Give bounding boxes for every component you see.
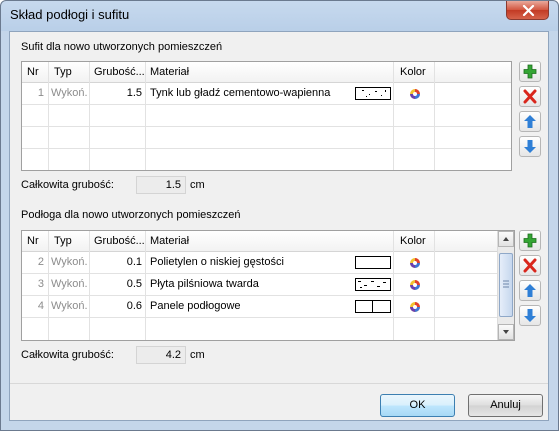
dialog-window: Skład podłogi i sufitu Sufit dla nowo ut… [0,0,559,431]
cell-typ: Wykoń. [51,87,88,99]
color-picker-icon[interactable] [409,88,421,100]
color-picker-icon[interactable] [409,301,421,313]
floor-total-unit: cm [190,349,205,361]
col-header-typ[interactable]: Typ [54,231,94,251]
move-up-button[interactable] [519,111,541,132]
cell-grubosc: 0.6 [126,300,142,312]
ceiling-section-label: Sufit dla nowo utworzonych pomieszczeń [21,41,223,53]
material-pattern-swatch[interactable] [355,87,391,100]
arrow-up-icon [524,284,536,297]
col-header-nr[interactable]: Nr [27,231,49,251]
move-down-button[interactable] [519,136,541,157]
material-pattern-swatch[interactable] [355,278,391,291]
footer-separator [10,383,548,384]
col-header-nr[interactable]: Nr [27,62,49,82]
add-layer-button[interactable] [519,61,541,82]
cell-material: Panele podłogowe [150,300,241,312]
floor-table-scrollbar[interactable] [497,231,514,340]
arrow-up-icon [524,115,536,128]
add-icon [523,233,537,248]
cell-nr: 2 [37,256,44,268]
move-up-button[interactable] [519,280,541,301]
cell-grubosc: 0.5 [126,278,142,290]
scroll-up-arrow[interactable] [498,231,514,247]
cancel-button[interactable]: Anuluj [468,394,543,417]
delete-layer-button[interactable] [519,86,541,107]
color-picker-icon[interactable] [409,279,421,291]
ceiling-total-value: 1.5 [136,176,186,194]
ok-button[interactable]: OK [380,394,455,417]
col-header-grubosc[interactable]: Grubość... [94,62,146,82]
cell-nr: 1 [37,87,44,99]
cell-nr: 3 [37,278,44,290]
floor-total-label: Całkowita grubość: [21,349,114,361]
col-header-material[interactable]: Materiał [150,62,350,82]
add-layer-button[interactable] [519,230,541,251]
floor-section-label: Podłoga dla nowo utworzonych pomieszczeń [21,209,241,221]
floor-table[interactable]: Nr Typ Grubość... Materiał Kolor 2 Wykoń… [21,230,515,341]
scroll-thumb[interactable] [499,253,513,317]
close-button[interactable] [506,1,549,20]
ceiling-total-unit: cm [190,179,205,191]
move-down-button[interactable] [519,305,541,326]
material-pattern-swatch[interactable] [355,300,391,313]
delete-layer-button[interactable] [519,255,541,276]
color-picker-icon[interactable] [409,257,421,269]
material-pattern-swatch[interactable] [355,256,391,269]
delete-icon [523,89,537,104]
cell-material: Płyta pilśniowa twarda [150,278,259,290]
cell-nr: 4 [37,300,44,312]
cell-material: Tynk lub gładź cementowo-wapienna [150,87,331,99]
title-bar: Skład podłogi i sufitu [1,1,558,31]
dialog-content: Sufit dla nowo utworzonych pomieszczeń N… [9,31,549,421]
window-title: Skład podłogi i sufitu [10,7,130,22]
scroll-down-arrow[interactable] [498,324,514,340]
cell-typ: Wykoń. [51,278,88,290]
ceiling-total-label: Całkowita grubość: [21,179,114,191]
add-icon [523,64,537,79]
cell-typ: Wykoń. [51,256,88,268]
close-icon [522,5,535,16]
col-header-material[interactable]: Materiał [150,231,350,251]
cell-grubosc: 1.5 [126,87,142,99]
cell-grubosc: 0.1 [126,256,142,268]
delete-icon [523,258,537,273]
ceiling-table[interactable]: Nr Typ Grubość... Materiał Kolor 1 Wykoń… [21,61,512,171]
cell-material: Polietylen o niskiej gęstości [150,256,284,268]
cell-typ: Wykoń. [51,300,88,312]
arrow-down-icon [524,140,536,153]
floor-total-value: 4.2 [136,346,186,364]
col-header-grubosc[interactable]: Grubość... [94,231,146,251]
col-header-typ[interactable]: Typ [54,62,94,82]
arrow-down-icon [524,309,536,322]
